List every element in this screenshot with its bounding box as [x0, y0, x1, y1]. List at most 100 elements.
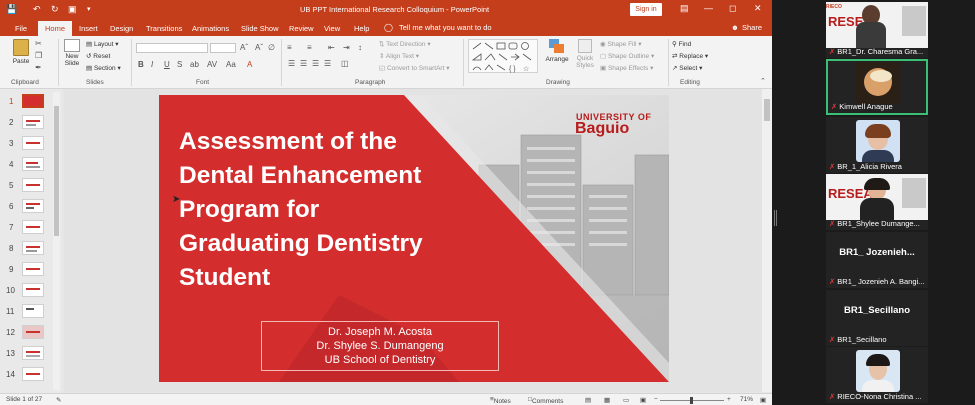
participant-tile[interactable]: ✗ RIECO-Nona Christina ... [826, 347, 928, 403]
font-color-icon[interactable]: A [247, 60, 252, 69]
line-spacing-icon[interactable]: ↕ [358, 43, 362, 52]
text-direction-button[interactable]: ⇅ Text Direction ▾ [379, 40, 431, 48]
arrange-button[interactable]: Arrange [544, 39, 570, 63]
thumbnails-scroll-thumb[interactable] [54, 106, 59, 236]
underline-button[interactable]: U [164, 60, 170, 69]
customize-quick-access-icon[interactable]: ▾ [87, 5, 91, 13]
tab-view[interactable]: View [324, 24, 340, 33]
shape-fill-button[interactable]: ◉ Shape Fill ▾ [600, 40, 641, 48]
cut-icon[interactable]: ✂ [35, 39, 42, 48]
align-left-icon[interactable]: ☰ [288, 59, 295, 68]
comments-button[interactable]: □ Comments [528, 396, 563, 405]
thumbnail-image [22, 94, 44, 108]
slideshow-icon[interactable]: ▣ [640, 396, 646, 404]
start-from-beginning-icon[interactable]: ▣ [68, 4, 77, 15]
sign-in-button[interactable]: Sign in [630, 3, 662, 16]
share-button[interactable]: Share [742, 23, 762, 32]
slide-sorter-icon[interactable]: ▦ [604, 396, 610, 404]
tab-review[interactable]: Review [289, 24, 314, 33]
reading-view-icon[interactable]: ▭ [623, 396, 629, 404]
ribbon-display-options-icon[interactable]: ▤ [680, 3, 689, 14]
reset-button[interactable]: ↺ Reset [86, 52, 110, 60]
clear-formatting-icon[interactable]: ∅ [268, 43, 275, 52]
maximize-icon[interactable]: ◻ [729, 3, 736, 14]
italic-button[interactable]: I [151, 60, 153, 69]
quick-styles-button[interactable]: Quick Styles [573, 39, 597, 69]
tab-help[interactable]: Help [354, 24, 369, 33]
redo-icon[interactable]: ↻ [51, 4, 59, 15]
section-button[interactable]: ▤ Section ▾ [86, 64, 121, 72]
status-bar: Slide 1 of 27 ✎ ≡ Notes □ Comments ▤ ▦ ▭… [0, 393, 772, 405]
undo-icon[interactable]: ↶ [33, 4, 41, 15]
normal-view-icon[interactable]: ▤ [585, 396, 591, 404]
tab-slide-show[interactable]: Slide Show [241, 24, 279, 33]
align-right-icon[interactable]: ☰ [312, 59, 319, 68]
notes-button[interactable]: ≡ Notes [490, 396, 511, 405]
increase-font-icon[interactable]: Aˆ [240, 43, 248, 52]
paste-button[interactable]: Paste [10, 39, 32, 65]
quick-styles-icon [578, 39, 592, 53]
numbering-icon[interactable]: ≡ [307, 43, 312, 52]
justify-icon[interactable]: ☰ [324, 59, 331, 68]
spellcheck-icon[interactable]: ✎ [56, 396, 61, 404]
participant-tile[interactable]: BR1_Secillano ✗ BR1_Secillano [826, 290, 928, 346]
zoom-out-icon[interactable]: − [654, 396, 658, 403]
tell-me-search[interactable]: Tell me what you want to do [399, 23, 492, 32]
thumbnail-image [22, 304, 44, 318]
current-slide[interactable]: Assessment of the Dental Enhancement Pro… [159, 95, 669, 382]
decrease-indent-icon[interactable]: ⇤ [328, 43, 335, 52]
columns-icon[interactable]: ◫ [341, 59, 349, 68]
panel-divider[interactable] [772, 0, 826, 405]
participant-tile-active[interactable]: ✗ Kimwell Anague [826, 59, 928, 115]
align-center-icon[interactable]: ☰ [300, 59, 307, 68]
change-case-icon[interactable]: Aa [226, 60, 236, 69]
align-text-button[interactable]: ⇕ Align Text ▾ [379, 52, 419, 60]
tab-insert[interactable]: Insert [79, 24, 98, 33]
shadow-button[interactable]: S [177, 60, 182, 69]
format-painter-icon[interactable]: ✒ [35, 63, 42, 72]
character-spacing-icon[interactable]: AV [207, 60, 217, 69]
muted-mic-icon: ✗ [829, 162, 836, 171]
bold-button[interactable]: B [138, 60, 144, 69]
font-family-dropdown[interactable] [136, 43, 208, 53]
canvas-scrollbar[interactable] [762, 89, 772, 392]
participant-tile[interactable]: BR1_ Jozenieh... ✗ BR1_ Jozenieh A. Bangi… [826, 232, 928, 288]
tab-transitions[interactable]: Transitions [146, 24, 182, 33]
authors-box[interactable]: Dr. Joseph M. Acosta Dr. Shylee S. Duman… [261, 321, 499, 371]
close-icon[interactable]: ✕ [754, 3, 762, 14]
copy-icon[interactable]: ❐ [35, 51, 42, 60]
slide-title[interactable]: Assessment of the Dental Enhancement Pro… [179, 125, 479, 295]
participant-tile[interactable]: RESEA ✗ BR1_Shylee Dumange... [826, 174, 928, 230]
increase-indent-icon[interactable]: ⇥ [343, 43, 350, 52]
font-size-dropdown[interactable] [210, 43, 236, 53]
bullets-icon[interactable]: ≡ [287, 43, 292, 52]
minimize-icon[interactable]: — [704, 3, 713, 13]
participant-tile[interactable]: RIECO RESE ✗ BR1_Dr. Charesma Gra... [826, 2, 928, 58]
tab-design[interactable]: Design [110, 24, 133, 33]
collapse-ribbon-icon[interactable]: ⌃ [760, 77, 766, 85]
find-button[interactable]: ⚲ Find [672, 40, 691, 48]
save-icon[interactable]: 💾 [6, 4, 17, 15]
shapes-gallery[interactable]: { } ☆ [468, 39, 538, 73]
replace-button[interactable]: ⇄ Replace ▾ [672, 52, 708, 60]
tab-home[interactable]: Home [38, 21, 73, 36]
strikethrough-icon[interactable]: ab [190, 60, 199, 69]
layout-button[interactable]: ▤ Layout ▾ [86, 40, 119, 48]
participant-tile[interactable]: ✗ BR_1_Alicia Rivera [826, 117, 928, 173]
zoom-level[interactable]: 71% [740, 396, 753, 403]
canvas-scroll-thumb[interactable] [764, 99, 770, 121]
select-button[interactable]: ↗ Select ▾ [672, 64, 702, 72]
tab-file[interactable]: File [15, 24, 27, 33]
resize-grip-icon[interactable] [774, 210, 777, 226]
group-divider [463, 39, 464, 86]
decrease-font-icon[interactable]: Aˇ [255, 43, 263, 52]
thumbnails-scrollbar[interactable] [53, 92, 60, 390]
zoom-slider-thumb[interactable] [690, 397, 693, 404]
new-slide-button[interactable]: New Slide [61, 39, 83, 67]
shape-effects-button[interactable]: ▣ Shape Effects ▾ [600, 64, 653, 72]
shape-outline-button[interactable]: ▢ Shape Outline ▾ [600, 52, 654, 60]
tab-animations[interactable]: Animations [192, 24, 229, 33]
fit-to-window-icon[interactable]: ▣ [760, 396, 766, 404]
zoom-in-icon[interactable]: + [727, 396, 731, 403]
convert-smartart-button[interactable]: ◱ Convert to SmartArt ▾ [379, 64, 449, 72]
